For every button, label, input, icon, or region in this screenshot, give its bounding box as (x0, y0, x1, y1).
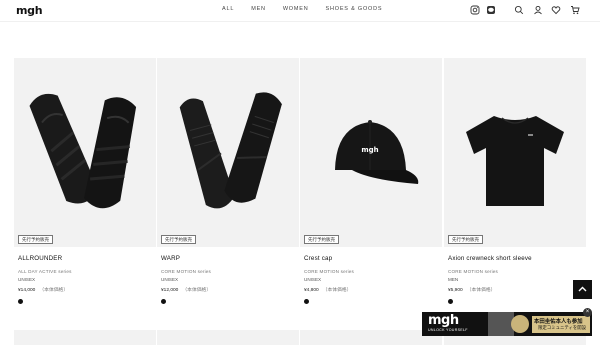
account-icon[interactable] (533, 5, 543, 15)
price-tax-note: （本体価格） (182, 288, 212, 293)
price-tax-note: （本体価格） (322, 288, 352, 293)
product-image-row2[interactable] (14, 330, 156, 345)
tshirt-image (466, 116, 564, 206)
chevron-up-icon (578, 286, 587, 292)
product-card[interactable]: 先行予約販売 Axion crewneck short sleeve CORE … (444, 58, 586, 304)
product-card[interactable]: 先行予約販売 WARP CORE MOTION series UNISEX ¥1… (157, 58, 299, 304)
product-image[interactable]: 先行予約販売 (444, 58, 586, 247)
product-image-row2[interactable] (157, 330, 299, 345)
product-name[interactable]: Axion crewneck short sleeve (444, 255, 586, 262)
nav-item-women[interactable]: WOMEN (283, 6, 309, 12)
site-logo[interactable]: mgh (16, 4, 43, 17)
color-swatch-black[interactable] (304, 299, 309, 304)
nav-item-men[interactable]: MEN (251, 6, 266, 12)
color-swatch-black[interactable] (448, 299, 453, 304)
color-swatch-black[interactable] (161, 299, 166, 304)
product-series: CORE MOTION series (161, 269, 212, 274)
product-category: UNISEX (18, 277, 36, 282)
product-name[interactable]: ALLROUNDER (14, 255, 156, 262)
sneaker-pair-image (29, 93, 137, 209)
price-value: ¥12,000 (161, 288, 179, 293)
product-series: ALL DAY ACTIVE series (18, 269, 72, 274)
preorder-badge: 先行予約販売 (18, 235, 53, 244)
product-image-row2[interactable] (300, 330, 442, 345)
product-name[interactable]: Crest cap (300, 255, 442, 262)
banner-headline: 本田圭佑本人も参加 (534, 319, 583, 325)
price-value: ¥4,800 (304, 288, 319, 293)
banner-medal-icon (511, 315, 529, 333)
nav-item-all[interactable]: ALL (222, 6, 234, 12)
banner-logo: mgh (428, 313, 459, 328)
cap-image: mgh (335, 120, 419, 184)
banner-subline: 限定コミュニティを開設 (538, 325, 587, 330)
product-category: UNISEX (304, 277, 322, 282)
main-nav: ALL MEN WOMEN SHOES & GOODS (222, 6, 399, 12)
line-icon[interactable] (486, 5, 496, 15)
preorder-badge: 先行予約販売 (161, 235, 196, 244)
cart-icon[interactable] (570, 5, 580, 15)
product-card[interactable]: 先行予約販売 ALLROUNDER ALL DAY ACTIVE series … (14, 58, 156, 304)
search-icon[interactable] (514, 5, 524, 15)
product-image[interactable]: 先行予約販売 (14, 58, 156, 247)
product-card[interactable]: mgh 先行予約販売 Crest cap CORE MOTION series … (300, 58, 442, 304)
product-image[interactable]: 先行予約販売 (157, 58, 299, 247)
promo-banner[interactable]: mgh UNLOCK YOURSELF 本田圭佑本人も参加 限定コミュニティを開… (422, 312, 592, 336)
product-category: UNISEX (161, 277, 179, 282)
price-value: ¥5,900 (448, 288, 463, 293)
price-tax-note: （本体価格） (39, 288, 69, 293)
back-to-top-button[interactable] (573, 280, 592, 299)
preorder-badge: 先行予約販売 (304, 235, 339, 244)
product-name[interactable]: WARP (157, 255, 299, 262)
banner-close-button[interactable]: × (583, 308, 592, 317)
preorder-badge: 先行予約販売 (448, 235, 483, 244)
instagram-icon[interactable] (470, 5, 480, 15)
product-category: MEN (448, 277, 459, 282)
price-tax-note: （本体価格） (466, 288, 496, 293)
product-price: ¥14,000 （本体価格） (14, 286, 156, 293)
heart-icon[interactable] (551, 5, 561, 15)
product-price: ¥5,900 （本体価格） (444, 286, 586, 293)
nav-item-shoes-goods[interactable]: SHOES & GOODS (326, 6, 383, 12)
cap-logo-text: mgh (361, 146, 378, 154)
price-value: ¥14,000 (18, 288, 36, 293)
sneaker-pair-image (179, 92, 282, 209)
product-series: CORE MOTION series (448, 269, 499, 274)
product-series: CORE MOTION series (304, 269, 355, 274)
product-price: ¥12,000 （本体価格） (157, 286, 299, 293)
product-image[interactable]: mgh 先行予約販売 (300, 58, 442, 247)
product-price: ¥4,800 （本体価格） (300, 286, 442, 293)
banner-tagline: UNLOCK YOURSELF (428, 328, 468, 332)
site-header: mgh ALL MEN WOMEN SHOES & GOODS (0, 0, 600, 22)
color-swatch-black[interactable] (18, 299, 23, 304)
